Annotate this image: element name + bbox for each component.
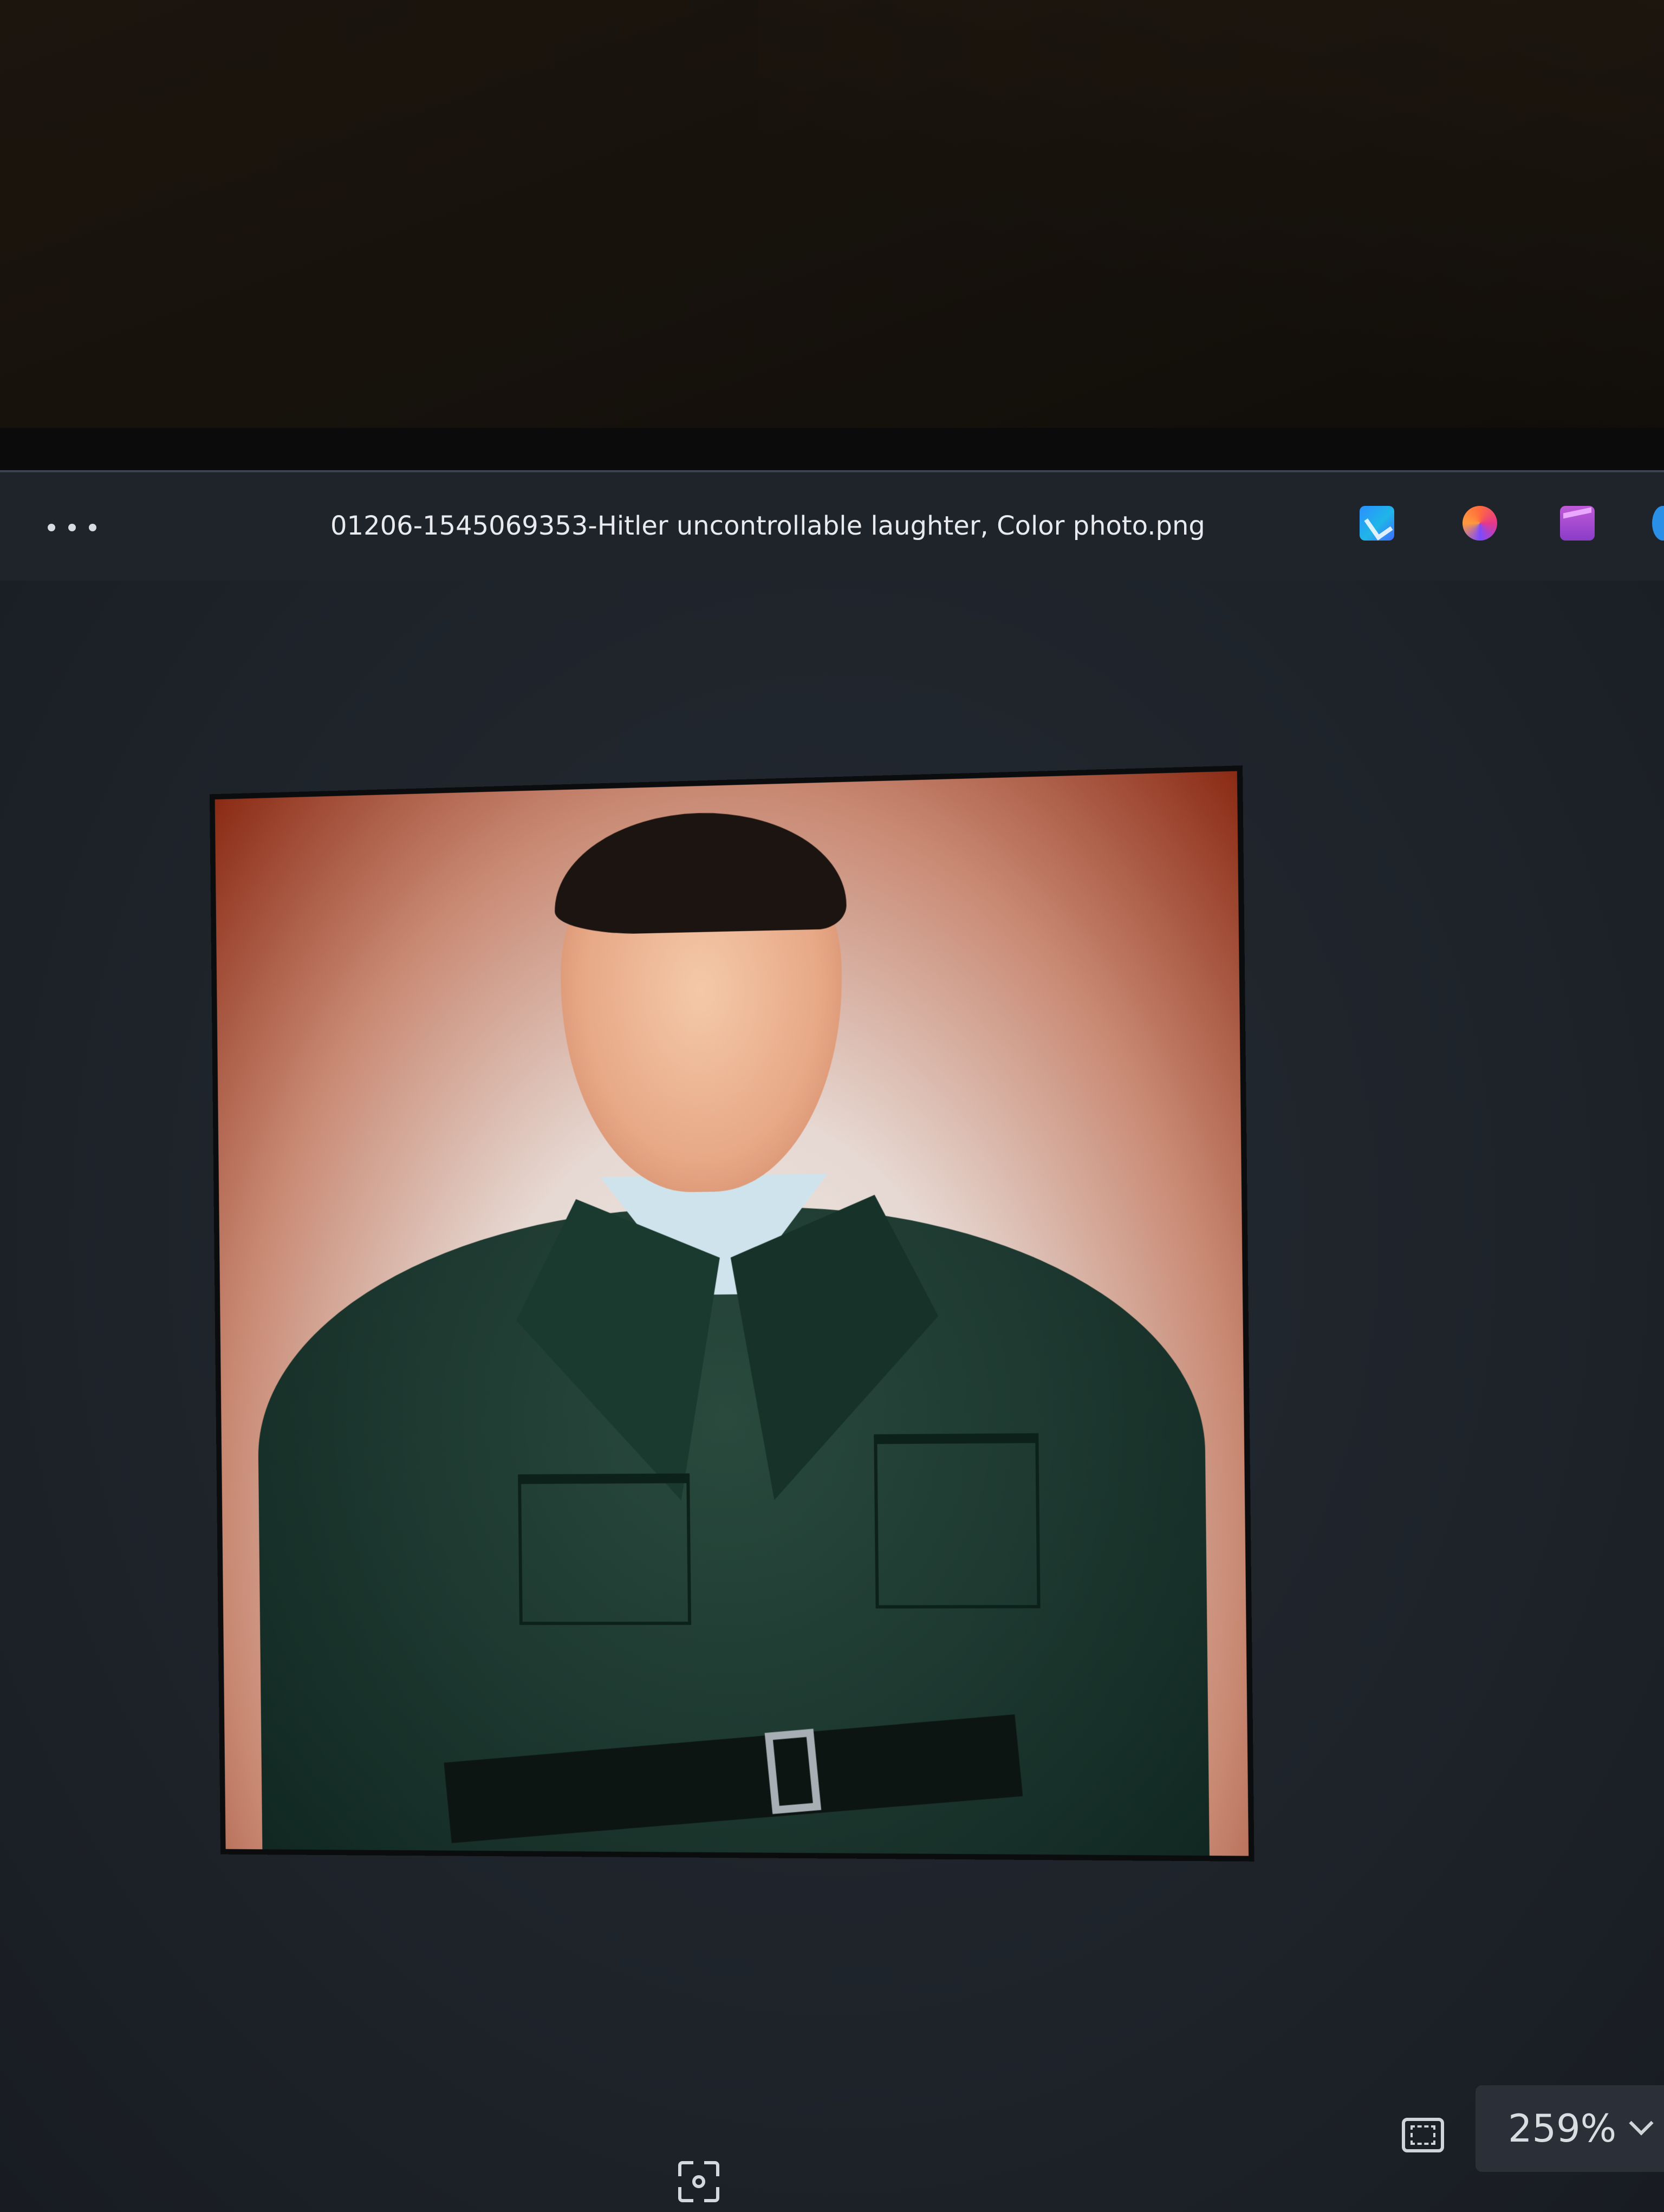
zoom-dropdown[interactable]: 259% xyxy=(1476,2085,1664,2172)
room-background xyxy=(0,0,1664,471)
more-dot-icon xyxy=(68,524,76,531)
more-dot-icon xyxy=(48,524,55,531)
more-dot-icon xyxy=(89,524,96,531)
figure-pocket-left xyxy=(518,1473,692,1625)
chevron-down-icon xyxy=(1629,2111,1654,2136)
designer-icon[interactable] xyxy=(1360,506,1394,541)
scan-corner xyxy=(678,2161,693,2176)
displayed-image[interactable] xyxy=(209,765,1254,1862)
file-title: 01206-1545069353-Hitler uncontrollable l… xyxy=(330,511,1205,541)
scan-corner xyxy=(704,2161,719,2176)
clipchamp-icon[interactable] xyxy=(1560,506,1595,541)
title-bar: 01206-1545069353-Hitler uncontrollable l… xyxy=(0,472,1664,581)
zoom-value: 259% xyxy=(1508,2106,1617,2151)
room-shadow xyxy=(758,0,1664,471)
scan-corner xyxy=(678,2187,693,2202)
app-icon-cutoff[interactable] xyxy=(1652,506,1664,541)
more-options-button[interactable] xyxy=(48,511,96,544)
figure-belt-buckle xyxy=(764,1728,822,1814)
figure-pocket-right xyxy=(874,1433,1041,1609)
fit-to-window-icon[interactable] xyxy=(1402,2118,1444,2152)
photo-content xyxy=(214,771,1249,1856)
figure-hair xyxy=(554,809,847,936)
scan-corner xyxy=(704,2187,719,2202)
copilot-icon[interactable] xyxy=(1462,506,1497,541)
monitor-bezel xyxy=(0,428,1664,471)
scan-center xyxy=(692,2175,705,2188)
visual-search-icon[interactable] xyxy=(678,2161,719,2202)
